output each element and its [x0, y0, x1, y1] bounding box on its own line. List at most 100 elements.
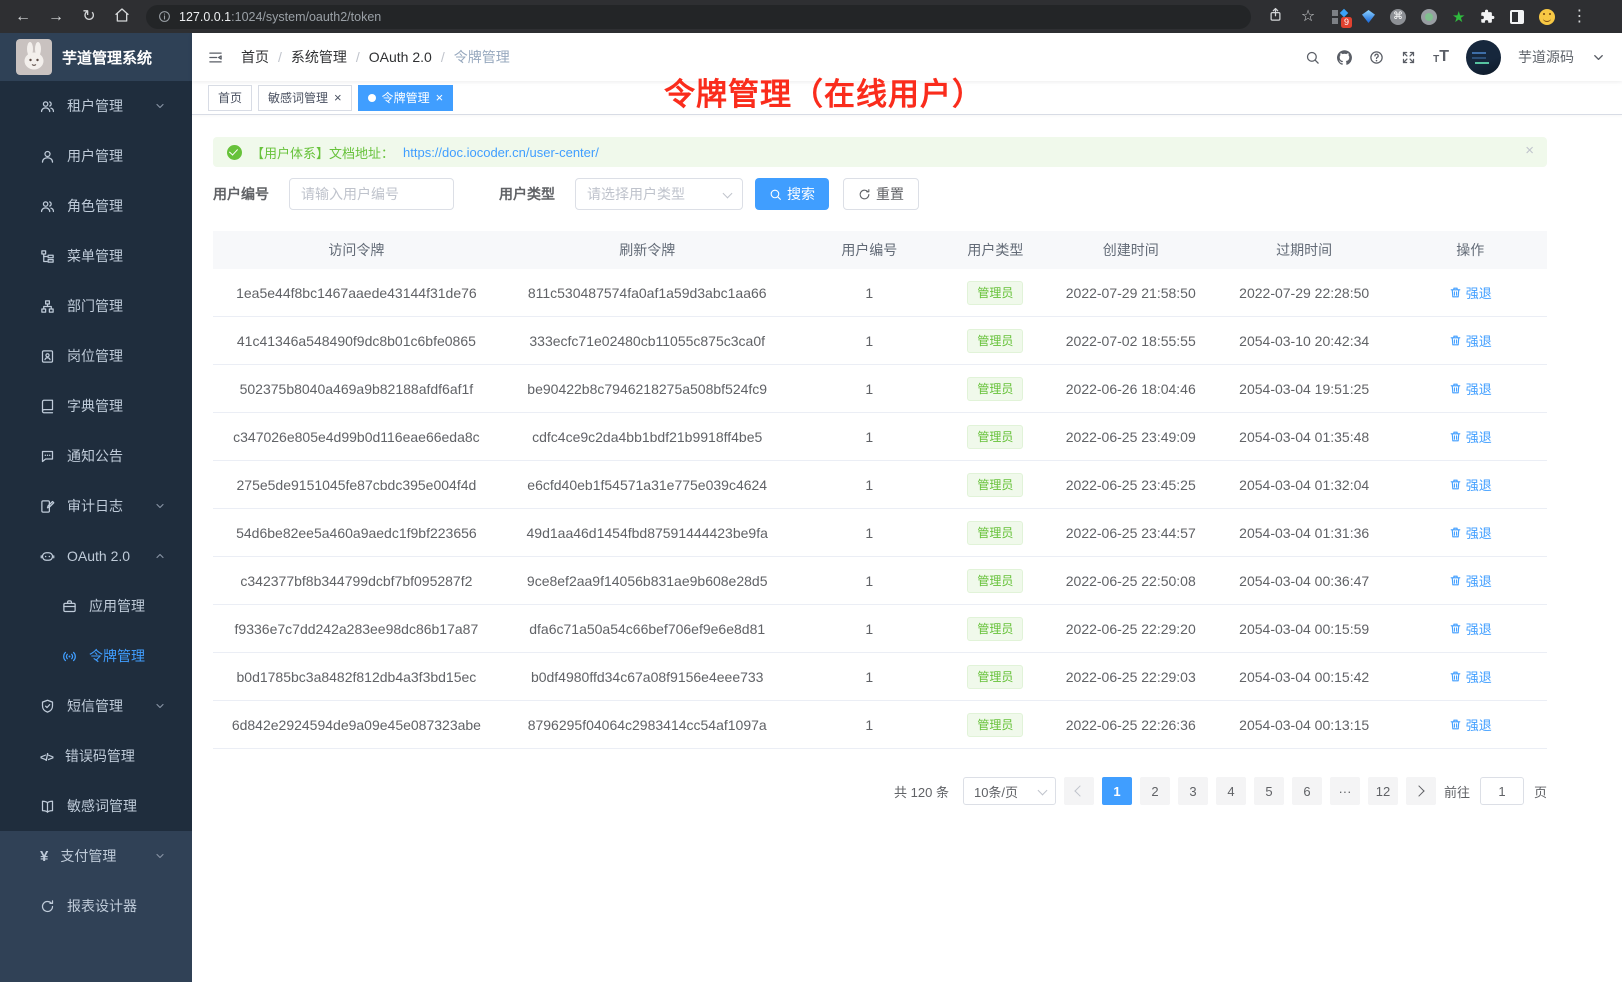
- sidebar-item-role[interactable]: 角色管理: [0, 181, 192, 231]
- force-logout-button[interactable]: 强退: [1449, 571, 1492, 590]
- sidebar-item-tenant[interactable]: 租户管理: [0, 81, 192, 131]
- sidebar-item-post[interactable]: 岗位管理: [0, 331, 192, 381]
- sidebar-item-report-designer[interactable]: 报表设计器: [0, 881, 192, 931]
- force-logout-button[interactable]: 强退: [1449, 715, 1492, 734]
- browser-menu-icon[interactable]: [1570, 9, 1588, 25]
- user-icon: [40, 149, 55, 164]
- fullscreen-icon[interactable]: [1401, 50, 1416, 65]
- expires-cell: 2054-03-04 01:32:04: [1215, 477, 1394, 493]
- reading-list-icon[interactable]: [1510, 10, 1524, 24]
- browser-home-icon[interactable]: [113, 7, 131, 27]
- extension-record-icon[interactable]: [1421, 9, 1437, 25]
- page-button[interactable]: 4: [1216, 777, 1246, 805]
- app-logo[interactable]: 芋道管理系统: [0, 33, 192, 81]
- browser-reload-icon[interactable]: [80, 9, 98, 25]
- browser-forward-icon[interactable]: [47, 9, 65, 25]
- sidebar-item-dict[interactable]: 字典管理: [0, 381, 192, 431]
- force-logout-button[interactable]: 强退: [1449, 619, 1492, 638]
- goto-page-input[interactable]: [1480, 777, 1524, 805]
- username[interactable]: 芋道源码: [1518, 47, 1574, 67]
- page-size-select[interactable]: 10条/页: [963, 777, 1056, 805]
- next-page-button[interactable]: [1406, 777, 1436, 805]
- page-button-active[interactable]: 1: [1102, 777, 1132, 805]
- alert-close-icon[interactable]: [1525, 143, 1534, 158]
- prev-page-button[interactable]: [1064, 777, 1094, 805]
- page-button[interactable]: 2: [1140, 777, 1170, 805]
- reset-button[interactable]: 重置: [843, 178, 919, 210]
- pagination: 共 120 条 10条/页 1 23456 ··· 12 前往 页: [213, 777, 1547, 805]
- help-icon[interactable]: [1369, 50, 1384, 65]
- users-icon: [40, 199, 55, 214]
- user-type-cell: 管理员: [944, 473, 1047, 497]
- search-icon[interactable]: [1305, 50, 1320, 65]
- address-bar[interactable]: 127.0.0.1:1024/system/oauth2/token: [146, 5, 1251, 29]
- bookmark-star-icon[interactable]: [1299, 9, 1317, 25]
- force-logout-button[interactable]: 强退: [1449, 331, 1492, 350]
- user-type-cell: 管理员: [944, 713, 1047, 737]
- sidebar-item-sensitive-words[interactable]: 敏感词管理: [0, 781, 192, 831]
- tab-home[interactable]: 首页: [208, 85, 252, 111]
- close-icon[interactable]: [436, 91, 444, 104]
- extension-command-icon[interactable]: [1390, 9, 1406, 25]
- open-book-icon: [40, 799, 55, 814]
- alert-doc-link[interactable]: https://doc.iocoder.cn/user-center/: [403, 145, 599, 160]
- access-token-cell: 275e5de9151045fe87cbdc395e004f4d: [213, 477, 500, 493]
- font-size-icon[interactable]: [1433, 49, 1449, 65]
- force-logout-button[interactable]: 强退: [1449, 379, 1492, 398]
- sidebar-item-pay[interactable]: 支付管理: [0, 831, 192, 881]
- page-button-list: 23456: [1140, 777, 1322, 805]
- sidebar-item-sms[interactable]: 短信管理: [0, 681, 192, 731]
- breadcrumb-oauth[interactable]: OAuth 2.0: [369, 49, 454, 65]
- extensions-puzzle-icon[interactable]: [1480, 9, 1495, 24]
- access-token-cell: 502375b8040a469a9b82188afdf6af1f: [213, 381, 500, 397]
- user-type-badge: 管理员: [967, 713, 1023, 737]
- profile-avatar-icon[interactable]: [1539, 9, 1555, 25]
- access-token-cell: f9336e7c7dd242a283ee98dc86b17a87: [213, 621, 500, 637]
- close-icon[interactable]: [334, 91, 342, 104]
- page-ellipsis-button[interactable]: ···: [1330, 777, 1360, 805]
- active-tab-dot: [368, 94, 376, 102]
- user-avatar[interactable]: [1466, 40, 1501, 75]
- sidebar-item-oauth[interactable]: OAuth 2.0: [0, 531, 192, 581]
- site-info-icon[interactable]: [158, 10, 171, 23]
- force-logout-button[interactable]: 强退: [1449, 475, 1492, 494]
- sidebar-item-menu[interactable]: 菜单管理: [0, 231, 192, 281]
- sidebar-item-audit-log[interactable]: 审计日志: [0, 481, 192, 531]
- sidebar-item-user[interactable]: 用户管理: [0, 131, 192, 181]
- refresh-token-cell: b0df4980ffd34c67a08f9156e4eee733: [500, 669, 795, 685]
- breadcrumb-system[interactable]: 系统管理: [291, 47, 369, 67]
- sidebar-item-notice[interactable]: 通知公告: [0, 431, 192, 481]
- page-button[interactable]: 5: [1254, 777, 1284, 805]
- browser-back-icon[interactable]: [14, 9, 32, 25]
- last-page-button[interactable]: 12: [1368, 777, 1398, 805]
- sidebar-item-dept[interactable]: 部门管理: [0, 281, 192, 331]
- force-logout-button[interactable]: 强退: [1449, 523, 1492, 542]
- sidebar-item-error-code[interactable]: 错误码管理: [0, 731, 192, 781]
- breadcrumb-home[interactable]: 首页: [241, 47, 291, 67]
- user-type-select[interactable]: 请选择用户类型: [575, 178, 743, 210]
- tab-oauth-token[interactable]: 令牌管理: [358, 85, 454, 111]
- sidebar-item-oauth-app[interactable]: 应用管理: [0, 581, 192, 631]
- page-button[interactable]: 6: [1292, 777, 1322, 805]
- sidebar-collapse-icon[interactable]: [208, 50, 223, 65]
- force-logout-button[interactable]: 强退: [1449, 427, 1492, 446]
- col-actions: 操作: [1394, 240, 1547, 260]
- user-type-cell: 管理员: [944, 329, 1047, 353]
- github-icon[interactable]: [1337, 50, 1352, 65]
- share-icon[interactable]: [1266, 7, 1284, 26]
- user-menu-caret-icon[interactable]: [1591, 50, 1606, 65]
- user-type-cell: 管理员: [944, 521, 1047, 545]
- force-logout-button[interactable]: 强退: [1449, 283, 1492, 302]
- access-token-cell: 54d6be82ee5a460a9aedc1f9bf223656: [213, 525, 500, 541]
- extension-grid-icon[interactable]: 9: [1332, 9, 1347, 24]
- extension-star-icon[interactable]: [1452, 8, 1465, 26]
- total-count: 共 120 条: [894, 782, 949, 801]
- search-button[interactable]: 搜索: [755, 178, 829, 210]
- sidebar-item-oauth-token[interactable]: 令牌管理: [0, 631, 192, 681]
- extension-gem-icon[interactable]: [1362, 10, 1375, 23]
- force-logout-button[interactable]: 强退: [1449, 667, 1492, 686]
- yen-icon: [40, 848, 48, 865]
- page-button[interactable]: 3: [1178, 777, 1208, 805]
- user-id-input[interactable]: [289, 178, 454, 210]
- tab-sensitive-words[interactable]: 敏感词管理: [258, 85, 352, 111]
